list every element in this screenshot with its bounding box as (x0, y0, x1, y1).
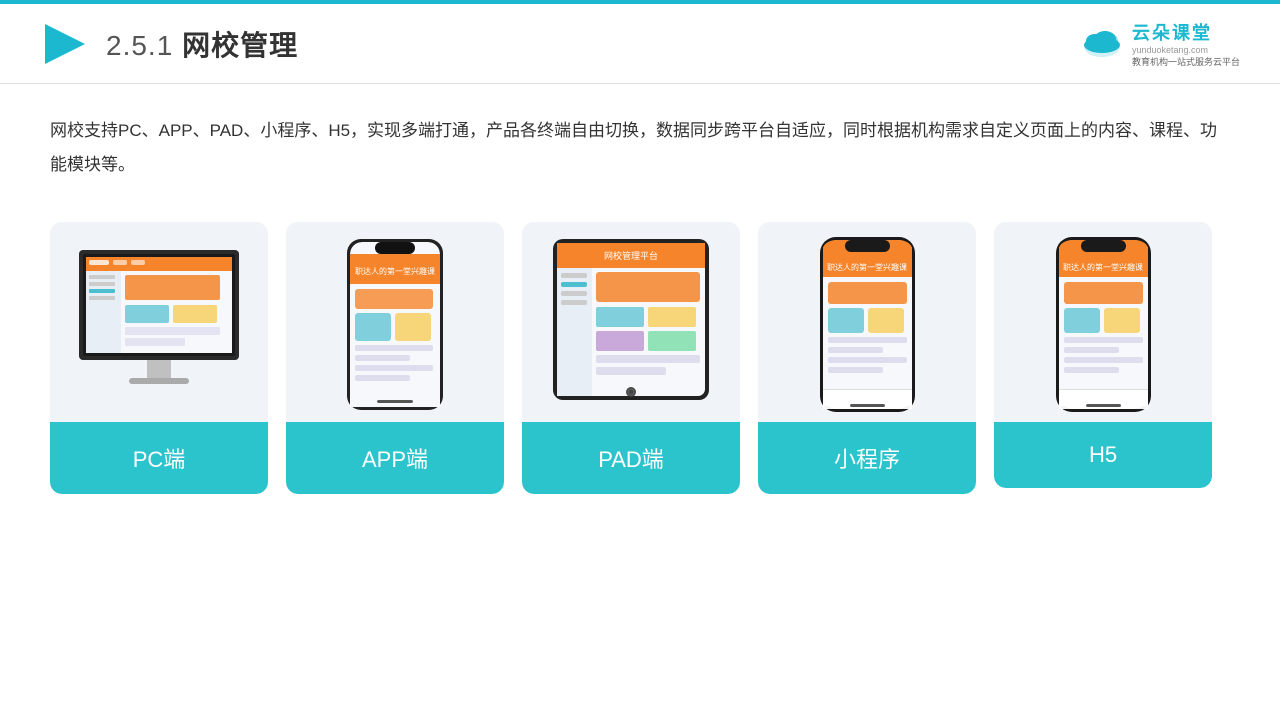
svg-text:职达人的第一堂兴趣课: 职达人的第一堂兴趣课 (1063, 262, 1143, 272)
logo-sub-text: 教育机构一站式服务云平台 (1132, 55, 1240, 68)
miniapp-card-label: 小程序 (758, 422, 976, 494)
page-title-container: 2.5.1 网校管理 (106, 24, 298, 64)
page-title-text: 网校管理 (182, 30, 298, 61)
app-card: 职达人的第一堂兴趣课 APP端 (286, 222, 504, 494)
logo-text: 云朵课堂 yunduoketang.com 教育机构一站式服务云平台 (1132, 19, 1240, 68)
pc-card: PC端 (50, 222, 268, 494)
play-icon (40, 19, 90, 69)
svg-text:职达人的第一堂兴趣课: 职达人的第一堂兴趣课 (355, 266, 435, 276)
page-title-prefix: 2.5.1 (106, 30, 173, 61)
pad-card-label: PAD端 (522, 422, 740, 494)
description-text: 网校支持PC、APP、PAD、小程序、H5，实现多端打通，产品各终端自由切换，数… (50, 114, 1230, 182)
pc-card-label: PC端 (50, 422, 268, 494)
h5-image-area: 职达人的第一堂兴趣课 (994, 222, 1212, 422)
svg-text:网校管理平台: 网校管理平台 (604, 250, 658, 261)
miniapp-image-area: 职达人的第一堂兴趣课 (758, 222, 976, 422)
main-content: 网校支持PC、APP、PAD、小程序、H5，实现多端打通，产品各终端自由切换，数… (0, 84, 1280, 524)
svg-text:职达人的第一堂兴趣课: 职达人的第一堂兴趣课 (827, 262, 907, 272)
pad-image-area: 网校管理平台 (522, 222, 740, 422)
miniapp-mockup: 职达人的第一堂兴趣课 (820, 237, 915, 412)
h5-card-label: H5 (994, 422, 1212, 488)
pc-mockup (69, 245, 249, 405)
cards-container: PC端 (50, 222, 1230, 494)
app-mockup: 职达人的第一堂兴趣课 (345, 237, 445, 412)
app-card-label: APP端 (286, 422, 504, 494)
miniapp-card: 职达人的第一堂兴趣课 (758, 222, 976, 494)
page-title: 2.5.1 网校管理 (106, 30, 298, 61)
header: 2.5.1 网校管理 云朵课堂 yunduoketang.com 教育机构一站式… (0, 4, 1280, 84)
h5-card: 职达人的第一堂兴趣课 (994, 222, 1212, 488)
pad-card: 网校管理平台 (522, 222, 740, 494)
pad-mockup: 网校管理平台 (551, 237, 711, 412)
header-right: 云朵课堂 yunduoketang.com 教育机构一站式服务云平台 (1080, 19, 1240, 68)
cloud-logo-icon (1080, 27, 1124, 61)
logo-url: yunduoketang.com (1132, 45, 1208, 55)
logo-main-text: 云朵课堂 (1132, 19, 1212, 45)
header-left: 2.5.1 网校管理 (40, 19, 298, 69)
h5-mockup: 职达人的第一堂兴趣课 (1056, 237, 1151, 412)
app-image-area: 职达人的第一堂兴趣课 (286, 222, 504, 422)
pc-image-area (50, 222, 268, 422)
